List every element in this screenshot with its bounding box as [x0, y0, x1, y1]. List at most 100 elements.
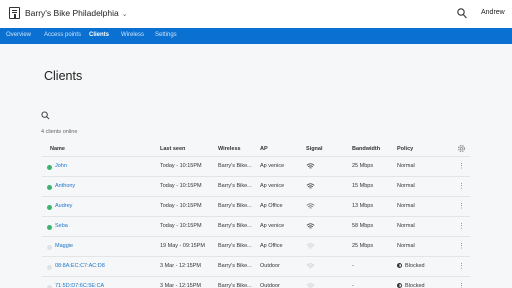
- client-name-link[interactable]: 08:8A:EC:C7:AC:D8: [55, 263, 105, 269]
- policy-label: Normal: [397, 163, 415, 169]
- ap-cell: Ap Office: [260, 203, 283, 209]
- status-dot: [47, 225, 52, 230]
- clients-count: 4 clients online: [41, 129, 78, 135]
- ap-cell: Ap Office: [260, 243, 283, 249]
- bandwidth-cell: 58 Mbps: [352, 223, 374, 229]
- more-vertical-icon[interactable]: ⋮: [458, 282, 465, 288]
- table-row[interactable]: Audrey Today - 10:15PM Barry's Bike... Ap O…: [42, 196, 470, 216]
- policy-cell: Normal: [397, 203, 415, 209]
- wifi-icon: [306, 263, 315, 269]
- main-nav: Overview Access points Clients Wireless …: [0, 28, 512, 44]
- wireless-cell: Barry's Bike...: [218, 203, 252, 209]
- wireless-cell: Barry's Bike...: [218, 283, 252, 288]
- tab-settings[interactable]: Settings: [155, 32, 177, 38]
- wireless-cell: Barry's Bike...: [218, 263, 252, 269]
- wifi-icon: [306, 163, 315, 169]
- column-header-signal[interactable]: Signal: [306, 146, 323, 152]
- column-header-ap[interactable]: AP: [260, 146, 268, 152]
- client-name-link[interactable]: Audrey: [55, 203, 72, 209]
- policy-label: Blocked: [405, 283, 425, 288]
- last-seen-cell: 3 Mar - 12:15PM: [160, 283, 201, 288]
- site-selector[interactable]: Barry's Bike Philadelphia ⌄: [25, 8, 128, 18]
- user-menu[interactable]: Andrew: [481, 9, 505, 16]
- table-row[interactable]: John Today - 10:15PM Barry's Bike... Ap ven…: [42, 156, 470, 176]
- column-header-wireless[interactable]: Wireless: [218, 146, 241, 152]
- more-vertical-icon[interactable]: ⋮: [458, 242, 465, 250]
- ap-cell: Ap venice: [260, 163, 285, 169]
- last-seen-cell: 3 Mar - 12:15PM: [160, 263, 201, 269]
- wifi-icon: [306, 183, 315, 189]
- column-header-last-seen[interactable]: Last seen: [160, 146, 185, 152]
- bandwidth-cell: 25 Mbps: [352, 163, 374, 169]
- policy-label: Normal: [397, 223, 415, 229]
- client-name-link[interactable]: John: [55, 163, 67, 169]
- table-row[interactable]: 71:5D:D7:6C:5E:CA 3 Mar - 12:15PM Barry's …: [42, 276, 470, 288]
- status-dot: [47, 245, 52, 250]
- status-dot: [47, 265, 52, 270]
- policy-cell: Blocked: [397, 263, 425, 269]
- more-vertical-icon[interactable]: ⋮: [458, 182, 465, 190]
- wireless-cell: Barry's Bike...: [218, 163, 252, 169]
- bandwidth-cell: 25 Mbps: [352, 243, 374, 249]
- ap-cell: Outdoor: [260, 283, 280, 288]
- table-row[interactable]: Anthony Today - 10:15PM Barry's Bike... Ap …: [42, 176, 470, 196]
- more-vertical-icon[interactable]: ⋮: [458, 262, 465, 270]
- client-name-link[interactable]: Maggie: [55, 243, 73, 249]
- client-name-link[interactable]: 71:5D:D7:6C:5E:CA: [55, 283, 104, 288]
- column-header-policy[interactable]: Policy: [397, 146, 413, 152]
- policy-label: Normal: [397, 183, 415, 189]
- bandwidth-cell: 13 Mbps: [352, 203, 374, 209]
- last-seen-cell: Today - 10:15PM: [160, 183, 202, 189]
- ap-cell: Ap venice: [260, 183, 285, 189]
- policy-label: Blocked: [405, 263, 425, 269]
- table-row[interactable]: 08:8A:EC:C7:AC:D8 3 Mar - 12:15PM Barry's …: [42, 256, 470, 276]
- last-seen-cell: Today - 10:15PM: [160, 163, 202, 169]
- wireless-cell: Barry's Bike...: [218, 183, 252, 189]
- bandwidth-cell: -: [352, 263, 354, 269]
- search-icon[interactable]: [457, 8, 467, 19]
- last-seen-cell: Today - 10:15PM: [160, 203, 202, 209]
- status-dot: [47, 205, 52, 210]
- ap-cell: Ap venice: [260, 223, 285, 229]
- client-name-link[interactable]: Anthony: [55, 183, 75, 189]
- tab-wireless[interactable]: Wireless: [121, 32, 144, 38]
- chevron-down-icon: ⌄: [121, 11, 128, 18]
- wifi-icon: [306, 283, 315, 288]
- wifi-icon: [306, 243, 315, 249]
- wireless-cell: Barry's Bike...: [218, 243, 252, 249]
- ap-cell: Outdoor: [260, 263, 280, 269]
- policy-cell: Blocked: [397, 283, 425, 288]
- policy-label: Normal: [397, 203, 415, 209]
- policy-cell: Normal: [397, 243, 415, 249]
- last-seen-cell: 19 May - 09:15PM: [160, 243, 205, 249]
- top-bar: Barry's Bike Philadelphia ⌄ Andrew: [0, 0, 512, 28]
- bandwidth-cell: 15 Mbps: [352, 183, 374, 189]
- blocked-icon: [397, 283, 402, 288]
- more-vertical-icon[interactable]: ⋮: [458, 222, 465, 230]
- table-row[interactable]: Maggie 19 May - 09:15PM Barry's Bike... Ap …: [42, 236, 470, 256]
- gear-icon[interactable]: [457, 144, 466, 153]
- search-icon[interactable]: [41, 111, 50, 120]
- wifi-icon: [306, 203, 315, 209]
- status-dot: [47, 185, 52, 190]
- last-seen-cell: Today - 10:15PM: [160, 223, 202, 229]
- site-name: Barry's Bike Philadelphia: [25, 8, 119, 18]
- policy-cell: Normal: [397, 223, 415, 229]
- policy-label: Normal: [397, 243, 415, 249]
- client-name-link[interactable]: Seba: [55, 223, 68, 229]
- blocked-icon: [397, 263, 402, 268]
- status-dot: [47, 165, 52, 170]
- table-row[interactable]: Seba Today - 10:15PM Barry's Bike... Ap ven…: [42, 216, 470, 236]
- column-header-bandwidth[interactable]: Bandwidth: [352, 146, 380, 152]
- more-vertical-icon[interactable]: ⋮: [458, 162, 465, 170]
- tab-overview[interactable]: Overview: [6, 32, 31, 38]
- column-header-name[interactable]: Name: [50, 146, 65, 152]
- tab-clients[interactable]: Clients: [89, 32, 109, 38]
- policy-cell: Normal: [397, 183, 415, 189]
- more-vertical-icon[interactable]: ⋮: [458, 202, 465, 210]
- wifi-icon: [306, 223, 315, 229]
- tab-access-points[interactable]: Access points: [44, 32, 81, 38]
- bandwidth-cell: -: [352, 283, 354, 288]
- building-icon: [9, 7, 20, 19]
- policy-cell: Normal: [397, 163, 415, 169]
